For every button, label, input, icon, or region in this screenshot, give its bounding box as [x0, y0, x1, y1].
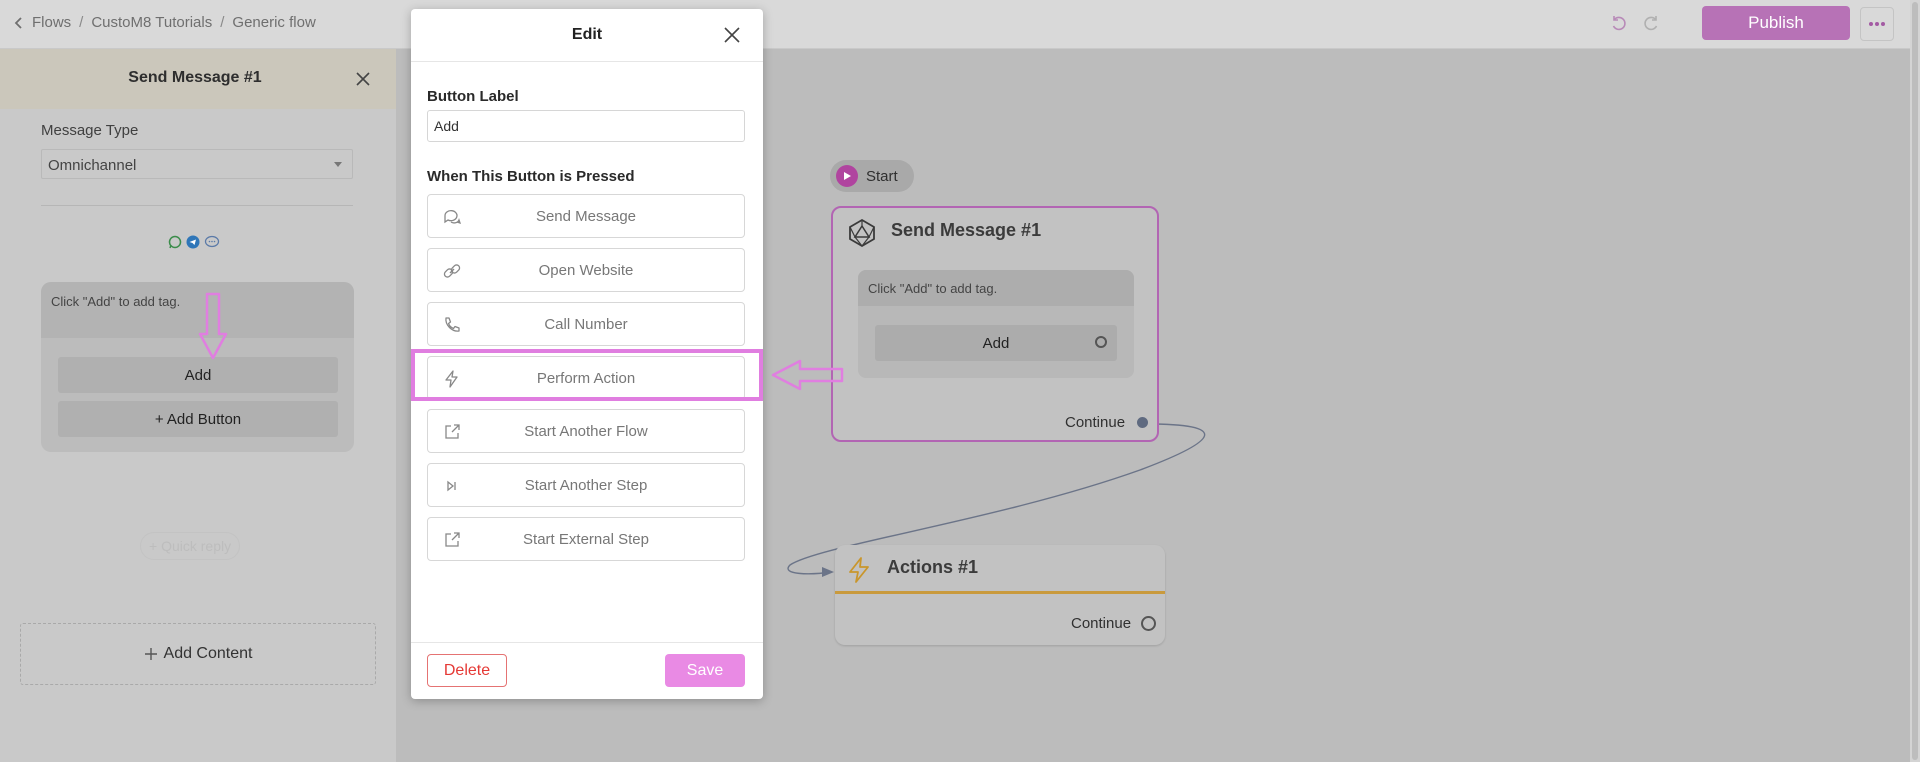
node-add-label: Add	[982, 334, 1010, 352]
external-link-icon	[445, 424, 460, 439]
button-label-heading: Button Label	[427, 88, 519, 105]
add-content-button[interactable]: Add Content	[20, 623, 376, 685]
link-icon	[443, 264, 461, 278]
panel-header: Send Message #1	[0, 49, 396, 109]
close-icon[interactable]	[721, 24, 743, 46]
action-start-external-step-button[interactable]: Start External Step	[427, 517, 745, 561]
quick-reply-button[interactable]: + Quick reply	[140, 532, 241, 560]
skip-forward-icon	[447, 480, 456, 492]
action-start-another-step-button[interactable]: Start Another Step	[427, 463, 745, 507]
annotation-arrow-left-icon	[771, 359, 844, 391]
action-label: Start Another Step	[524, 476, 648, 494]
page-scrollbar[interactable]	[1910, 0, 1920, 762]
plus-icon	[144, 648, 157, 660]
panel-title: Send Message #1	[128, 69, 262, 86]
telegram-icon	[186, 235, 200, 249]
node-message-text: Click "Add" to add tag.	[868, 281, 998, 296]
phone-icon	[445, 317, 460, 332]
modal-title: Edit	[571, 26, 603, 43]
modal-footer-divider	[411, 642, 763, 643]
start-node[interactable]: Start	[830, 160, 914, 192]
dice-icon	[849, 218, 875, 248]
when-pressed-heading: When This Button is Pressed	[427, 168, 635, 185]
continue-port[interactable]	[1135, 415, 1151, 430]
message-button-add[interactable]: Add	[58, 357, 338, 393]
close-icon[interactable]	[352, 68, 374, 90]
button-label-input[interactable]	[427, 110, 745, 142]
node-add-button[interactable]: Add	[875, 325, 1117, 361]
action-label: Start Another Flow	[524, 422, 648, 440]
chat-icon	[444, 210, 462, 225]
continue-label: Continue	[1065, 414, 1126, 431]
continue-label: Continue	[1071, 615, 1132, 632]
continue-output: Continue	[1071, 615, 1157, 632]
button-port[interactable]	[1095, 336, 1107, 348]
play-icon	[836, 165, 858, 187]
message-type-label: Message Type	[41, 122, 139, 139]
action-call-number-button[interactable]: Call Number	[427, 302, 745, 346]
whatsapp-icon	[168, 235, 182, 249]
message-type-value: Omnichannel	[48, 157, 137, 174]
action-open-website-button[interactable]: Open Website	[427, 248, 745, 292]
message-text: Click "Add" to add tag.	[51, 294, 181, 309]
send-message-node[interactable]: Send Message #1 Click "Add" to add tag. …	[831, 206, 1159, 442]
node-title: Actions #1	[887, 557, 979, 577]
annotation-highlight-box	[411, 349, 763, 401]
divider	[41, 205, 353, 206]
chevron-down-icon	[334, 162, 342, 167]
action-send-message-button[interactable]: Send Message	[427, 194, 745, 238]
step-editor-panel: Send Message #1 Message Type Omnichannel…	[0, 49, 396, 762]
action-start-another-flow-button[interactable]: Start Another Flow	[427, 409, 745, 453]
save-button[interactable]: Save	[665, 654, 745, 687]
lightning-icon	[849, 557, 869, 583]
action-label: Call Number	[544, 315, 628, 333]
chat-bubble-icon	[204, 235, 220, 248]
action-label: Open Website	[538, 261, 634, 279]
message-type-select[interactable]: Omnichannel	[41, 149, 353, 179]
start-label: Start	[866, 167, 898, 185]
scrollbar-thumb[interactable]	[1912, 2, 1918, 760]
node-message-card: Click "Add" to add tag. Add	[858, 270, 1134, 378]
add-button-button[interactable]: + Add Button	[58, 401, 338, 437]
continue-port[interactable]	[1141, 616, 1157, 631]
node-accent-bar	[835, 591, 1165, 594]
modal-header: Edit	[411, 9, 763, 62]
annotation-arrow-down-icon	[198, 292, 228, 360]
external-link-icon	[445, 532, 460, 547]
action-label: Start External Step	[523, 530, 649, 548]
continue-output: Continue	[1065, 414, 1151, 431]
action-label: Send Message	[535, 207, 637, 225]
add-content-label: Add Content	[163, 645, 253, 662]
actions-node[interactable]: Actions #1 Continue	[835, 545, 1165, 645]
node-title: Send Message #1	[891, 220, 1042, 240]
channel-icons	[168, 235, 220, 249]
delete-button[interactable]: Delete	[427, 654, 507, 687]
